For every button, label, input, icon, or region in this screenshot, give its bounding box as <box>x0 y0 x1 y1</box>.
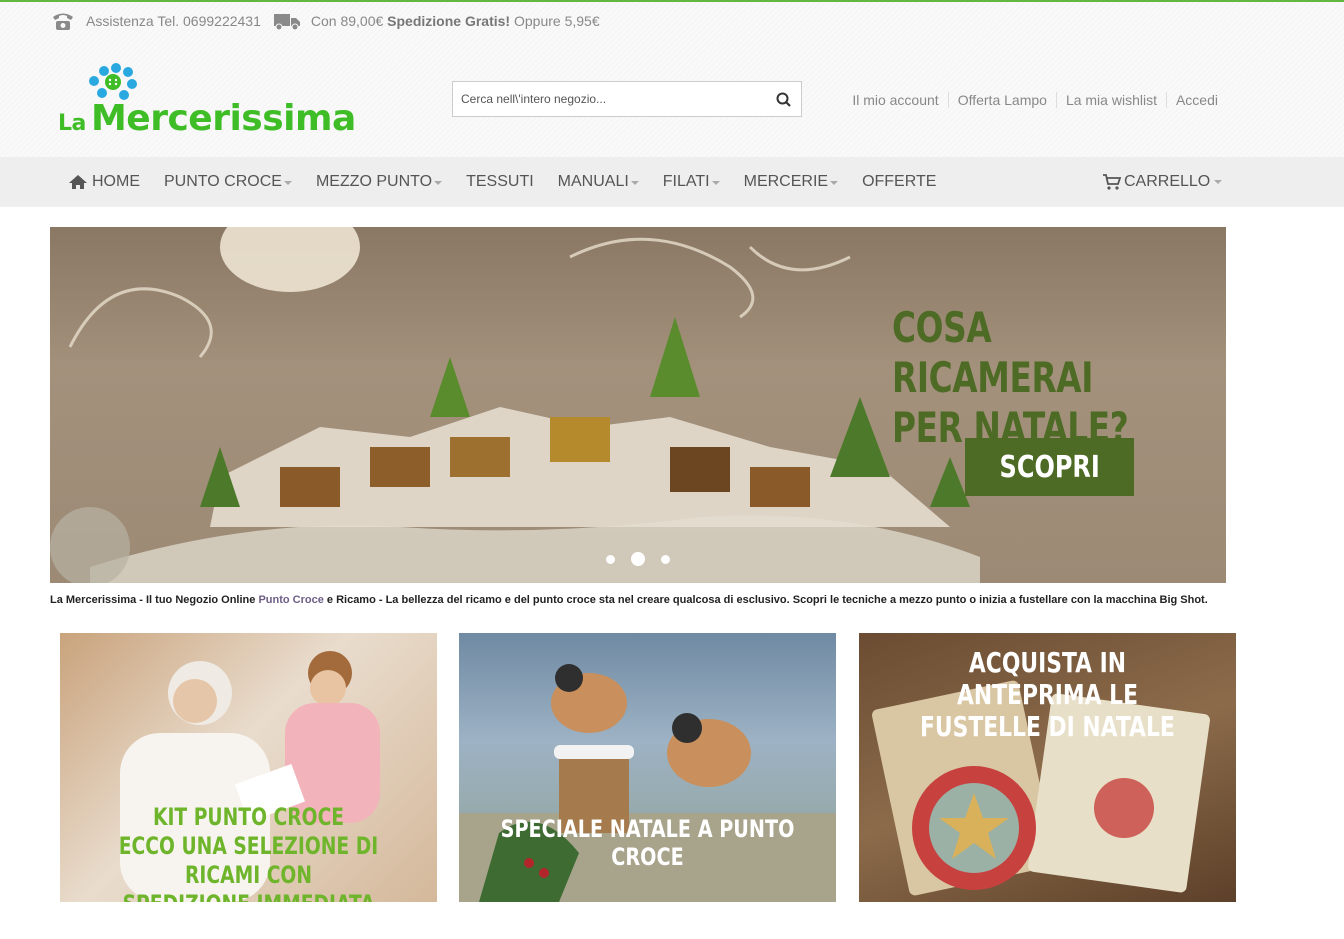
hero-banner[interactable]: COSA RICAMERAI PER NATALE? SCOPRI <box>50 227 1226 583</box>
nav-list: HOME PUNTO CROCE MEZZO PUNTO TESSUTI MAN… <box>68 157 960 207</box>
nav-item-punto-croce[interactable]: PUNTO CROCE <box>164 173 292 191</box>
chevron-down-icon <box>630 180 639 185</box>
punto-croce-link[interactable]: Punto Croce <box>258 594 323 606</box>
promo-kit-line2: ECCO UNA SELEZIONE DI RICAMI CON <box>118 832 379 889</box>
tagline-suffix: e Ricamo - La bellezza del ricamo e del … <box>323 594 1208 606</box>
slider-dots <box>606 552 686 566</box>
nav-label-mercerie: MERCERIE <box>743 173 829 190</box>
cart-icon <box>1103 174 1122 190</box>
hero-headline: COSA RICAMERAI PER NATALE? <box>892 303 1149 453</box>
discover-button[interactable]: SCOPRI <box>965 438 1134 496</box>
chevron-down-icon <box>283 180 292 185</box>
account-links: Il mio account Offerta Lampo La mia wish… <box>843 92 1218 108</box>
nav-label-punto-croce: PUNTO CROCE <box>164 173 282 190</box>
cart-button[interactable]: CARRELLO <box>1102 157 1223 207</box>
header: Assistenza Tel. 0699222431 Con 89,00€ Sp… <box>0 0 1344 157</box>
my-account-link[interactable]: Il mio account <box>843 92 947 108</box>
nav-item-mercerie[interactable]: MERCERIE <box>743 173 839 191</box>
nav-item-offerte[interactable]: OFFERTE <box>862 173 936 191</box>
home-icon <box>69 175 87 189</box>
nav-item-tessuti[interactable]: TESSUTI <box>466 173 534 191</box>
search-box <box>452 81 802 117</box>
shipping-text: Con 89,00€ Spedizione Gratis! Oppure 5,9… <box>311 13 600 29</box>
chevron-down-icon <box>711 180 720 185</box>
phone-info: Assistenza Tel. 0699222431 <box>50 11 261 31</box>
nav-label-manuali: MANUALI <box>557 173 629 190</box>
slider-dot-3[interactable] <box>661 554 670 564</box>
nav-label-offerte: OFFERTE <box>862 173 937 190</box>
cart-label: CARRELLO <box>1124 173 1211 190</box>
nav-item-manuali[interactable]: MANUALI <box>558 173 639 191</box>
nav-item-filati[interactable]: FILATI <box>663 173 720 191</box>
shipping-prefix: Con 89,00€ <box>310 13 384 29</box>
logo-text-big: Mercerissima <box>90 98 356 139</box>
nav-item-mezzo-punto[interactable]: MEZZO PUNTO <box>315 173 443 191</box>
promo-fustelle-line1: ACQUISTA IN ANTEPRIMA LE <box>956 646 1139 711</box>
phone-text: Assistenza Tel. 0699222431 <box>86 13 261 29</box>
promo-kit-punto-croce[interactable]: KIT PUNTO CROCE ECCO UNA SELEZIONE DI RI… <box>60 633 437 902</box>
buttons-logo-icon <box>89 63 137 100</box>
tagline-prefix: La Mercerissima - Il tuo Negozio Online <box>50 594 259 606</box>
search-icon[interactable] <box>775 91 793 109</box>
nav-item-home[interactable]: HOME <box>68 173 140 191</box>
nav-label-tessuti: TESSUTI <box>466 173 534 190</box>
shipping-suffix: Oppure 5,95€ <box>513 13 600 29</box>
promo-kit-line1: KIT PUNTO CROCE <box>152 803 345 831</box>
nav-label-mezzo-punto: MEZZO PUNTO <box>315 173 433 190</box>
discover-button-label: SCOPRI <box>999 449 1100 485</box>
shipping-info: Con 89,00€ Spedizione Gratis! Oppure 5,9… <box>273 11 600 31</box>
promo-fustelle-label: ACQUISTA IN ANTEPRIMA LE FUSTELLE DI NAT… <box>859 647 1236 743</box>
nav-label-home: HOME <box>92 173 140 190</box>
search-input[interactable] <box>453 82 763 116</box>
topbar: Assistenza Tel. 0699222431 Con 89,00€ Sp… <box>50 8 612 34</box>
truck-icon <box>273 14 300 31</box>
chevron-down-icon <box>434 180 443 185</box>
promo-kit-line3: SPEDIZIONE IMMEDIATA <box>122 890 374 902</box>
nav-label-filati: FILATI <box>662 173 710 190</box>
promo-fustelle-natale[interactable]: ACQUISTA IN ANTEPRIMA LE FUSTELLE DI NAT… <box>859 633 1236 902</box>
promo-speciale-natale[interactable]: SPECIALE NATALE A PUNTO CROCE <box>459 633 836 902</box>
logo-wordmark: La Mercerissima <box>58 98 356 139</box>
promo-fustelle-line2: FUSTELLE DI NATALE <box>920 710 1175 743</box>
flash-offer-link[interactable]: Offerta Lampo <box>947 92 1056 108</box>
main-navbar: HOME PUNTO CROCE MEZZO PUNTO TESSUTI MAN… <box>0 157 1344 207</box>
slider-dot-2[interactable] <box>631 552 645 566</box>
chevron-down-icon <box>1214 180 1223 184</box>
promo-natale-label: SPECIALE NATALE A PUNTO CROCE <box>459 815 836 871</box>
hero-headline-line1: COSA RICAMERAI <box>892 303 1094 402</box>
shipping-bold: Spedizione Gratis! <box>387 13 511 29</box>
slider-dot-1[interactable] <box>606 554 615 564</box>
chevron-down-icon <box>830 180 839 185</box>
logo[interactable]: La Mercerissima <box>58 62 358 142</box>
intro-tagline: La Mercerissima - Il tuo Negozio Online … <box>50 594 1208 606</box>
login-link[interactable]: Accedi <box>1165 92 1218 108</box>
promo-natale-line1: SPECIALE NATALE A PUNTO CROCE <box>500 815 795 871</box>
phone-icon <box>53 13 73 30</box>
promo-kit-label: KIT PUNTO CROCE ECCO UNA SELEZIONE DI RI… <box>60 803 437 902</box>
logo-text-small: La <box>58 111 86 136</box>
wishlist-link[interactable]: La mia wishlist <box>1055 92 1166 108</box>
